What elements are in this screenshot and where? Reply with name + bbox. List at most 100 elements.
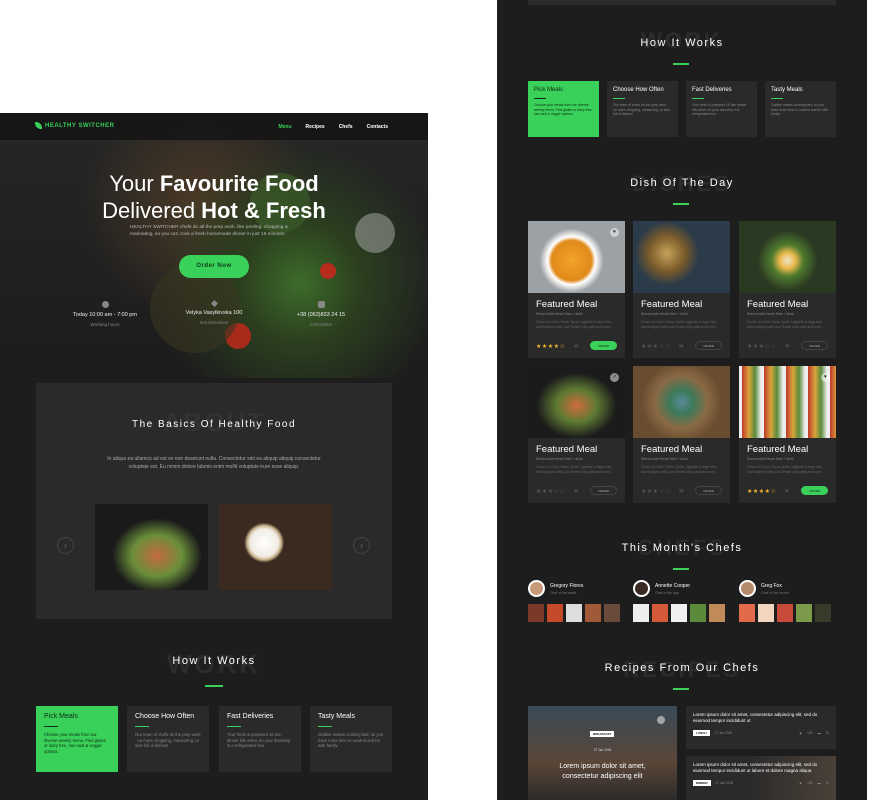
chef-card[interactable]: Annette Cooper Chef of the day <box>633 580 690 597</box>
recipe-card[interactable]: Lorem ipsum dolor sit amet, consectetur … <box>686 756 836 800</box>
dish-title: Featured Meal <box>747 299 809 310</box>
how-card-tasty-meals[interactable]: Tasty Meals Gobble makes cooking fast, s… <box>310 706 392 772</box>
phone-icon <box>317 301 325 308</box>
dish-card[interactable]: ♥ Featured Meal Served with french fries… <box>528 221 625 358</box>
how-card-choose-how-often[interactable]: Choose How Often Our team of chefs do th… <box>607 81 678 137</box>
thumbnail[interactable] <box>758 604 774 622</box>
thumbnail[interactable] <box>709 604 725 622</box>
headline-line1-bold: Favourite Food <box>159 171 319 196</box>
how-card-title: Choose How Often <box>613 87 664 93</box>
info-address-sub[interactable]: Get Directions <box>169 320 259 325</box>
how-card-text: Gobble makes cooking fast, so you have m… <box>771 103 829 117</box>
dish-card[interactable]: ➚ Featured Meal Served with french fries… <box>528 366 625 503</box>
thumbnail[interactable] <box>796 604 812 622</box>
info-address: Velyka Vasylkivska 100 Get Directions <box>169 299 259 325</box>
how-card-title: Fast Deliveries <box>227 713 274 720</box>
recipe-comments: 11 <box>825 731 829 735</box>
brand-logo[interactable]: HEALTHY SWITCHER <box>35 122 114 129</box>
eye-icon: ◉ <box>799 731 803 735</box>
dish-image-bowls <box>633 221 730 293</box>
leaf-icon <box>35 122 42 129</box>
carousel-next-arrow[interactable]: › <box>353 537 370 554</box>
headline-line2: Delivered <box>102 198 202 223</box>
dish-order-button[interactable]: ORDER <box>801 486 828 495</box>
how-card-text: Our team of chefs do the prep work - no … <box>613 103 671 117</box>
dish-card[interactable]: Featured Meal Served with french fries +… <box>633 366 730 503</box>
dish-rating-stars[interactable]: ★★★☆☆ <box>536 488 565 495</box>
recipe-date: 27 Jan 2018 <box>715 781 734 785</box>
dish-order-button[interactable]: ORDER <box>695 486 722 495</box>
thumbnail[interactable] <box>652 604 668 622</box>
dish-card[interactable]: Featured Meal Served with french fries +… <box>739 221 836 358</box>
info-phone-title: +38 (063)833 24 15 <box>296 312 346 318</box>
thumbnail[interactable] <box>739 604 755 622</box>
dish-rating-stars[interactable]: ★★★☆☆ <box>747 343 776 350</box>
chef-card[interactable]: Greg Fox Chef of the month <box>739 580 789 597</box>
recipe-featured-card[interactable]: BREAKFAST 27 Jan 2018 Lorem ipsum dolor … <box>528 706 677 800</box>
thumbnail[interactable] <box>566 604 582 622</box>
thumbnail[interactable] <box>528 604 544 622</box>
dish-card[interactable]: ♥ Featured Meal Served with french fries… <box>739 366 836 503</box>
chef-role: Chef of the month <box>761 590 789 595</box>
how-card-line <box>692 98 704 99</box>
about-photo-plate <box>219 504 332 590</box>
heart-icon[interactable]: ♥ <box>821 373 830 382</box>
dish-rating-count: 13 <box>785 344 789 348</box>
dish-order-button[interactable]: ORDER <box>590 341 617 350</box>
nav-item-recipes[interactable]: Recipes <box>306 124 325 130</box>
thumbnail[interactable] <box>547 604 563 622</box>
how-card-text: Your fresh & prepared 15 min dinner kits… <box>227 732 291 748</box>
how-card-fast-deliveries[interactable]: Fast Deliveries Your fresh & prepared 15… <box>219 706 301 772</box>
share-icon[interactable]: ➚ <box>610 373 619 382</box>
dish-order-button[interactable]: ORDER <box>695 341 722 350</box>
thumbnail[interactable] <box>585 604 601 622</box>
thumbnail[interactable] <box>690 604 706 622</box>
dish-order-button[interactable]: ORDER <box>801 341 828 350</box>
dish-subtitle: Served with french fries + drink <box>641 457 688 461</box>
nav-item-chefs[interactable]: Chefs <box>339 124 353 130</box>
dish-subtitle: Served with french fries + drink <box>641 312 688 316</box>
bookmark-icon[interactable] <box>657 716 665 724</box>
chef-card[interactable]: Gregory Flores Chef of the week <box>528 580 583 597</box>
nav-item-contacts[interactable]: Contacts <box>367 124 388 130</box>
thumbnail[interactable] <box>777 604 793 622</box>
how-card-title: Choose How Often <box>135 713 195 720</box>
dish-rating-stars[interactable]: ★★★☆☆ <box>641 343 670 350</box>
dish-order-button[interactable]: ORDER <box>590 486 617 495</box>
recipe-title: Lorem ipsum dolor sit amet, consectetur … <box>693 712 818 723</box>
info-phone-sub[interactable]: Call Online <box>276 322 366 327</box>
recipe-comments: 11 <box>825 781 829 785</box>
how-card-fast-deliveries[interactable]: Fast Deliveries Your fresh & prepared 15… <box>686 81 757 137</box>
thumbnail[interactable] <box>604 604 620 622</box>
dish-card[interactable]: Featured Meal Served with french fries +… <box>633 221 730 358</box>
dish-rating-count: 13 <box>574 344 578 348</box>
dish-subtitle: Served with french fries + drink <box>536 457 583 461</box>
how-card-pick-meals[interactable]: Pick Meals Choose your meals from our di… <box>36 706 118 772</box>
order-now-button[interactable]: Order Now <box>179 255 249 278</box>
dish-description: Choice of: Coke, Fanta, Sprite, Upgrade … <box>536 465 613 474</box>
info-phone: +38 (063)833 24 15 Call Online <box>276 301 366 327</box>
how-card-pick-meals[interactable]: Pick Meals Choose your meals from our di… <box>528 81 599 137</box>
about-section-bottom <box>528 0 836 5</box>
how-card-line <box>318 726 332 727</box>
thumbnail[interactable] <box>815 604 831 622</box>
thumbnail[interactable] <box>671 604 687 622</box>
how-card-tasty-meals[interactable]: Tasty Meals Gobble makes cooking fast, s… <box>765 81 836 137</box>
recipe-card[interactable]: Lorem ipsum dolor sit amet, consectetur … <box>686 706 836 749</box>
recipe-featured-title: Lorem ipsum dolor sit amet, consectetur … <box>559 763 646 780</box>
dish-rating-stars[interactable]: ★★★☆☆ <box>641 488 670 495</box>
heart-icon[interactable]: ♥ <box>610 228 619 237</box>
thumbnail[interactable] <box>633 604 649 622</box>
carousel-prev-arrow[interactable]: ‹ <box>57 537 74 554</box>
info-hours-title: Today 10:00 am - 7:00 pm <box>73 312 137 318</box>
comment-icon: ▬ <box>817 731 821 735</box>
how-card-line <box>771 98 783 99</box>
dish-description: Choice of: Coke, Fanta, Sprite, Upgrade … <box>747 320 824 329</box>
nav-item-menu[interactable]: Menu <box>278 124 291 130</box>
recipe-views: 105 <box>807 731 813 735</box>
nav-menu: Menu Recipes Chefs Contacts <box>278 124 388 130</box>
dish-rating-stars[interactable]: ★★★★☆ <box>747 488 776 495</box>
how-card-text: Your fresh & prepared 15 min dinner kits… <box>692 103 747 117</box>
how-card-choose-how-often[interactable]: Choose How Often Our team of chefs do th… <box>127 706 209 772</box>
dish-rating-stars[interactable]: ★★★★☆ <box>536 343 565 350</box>
